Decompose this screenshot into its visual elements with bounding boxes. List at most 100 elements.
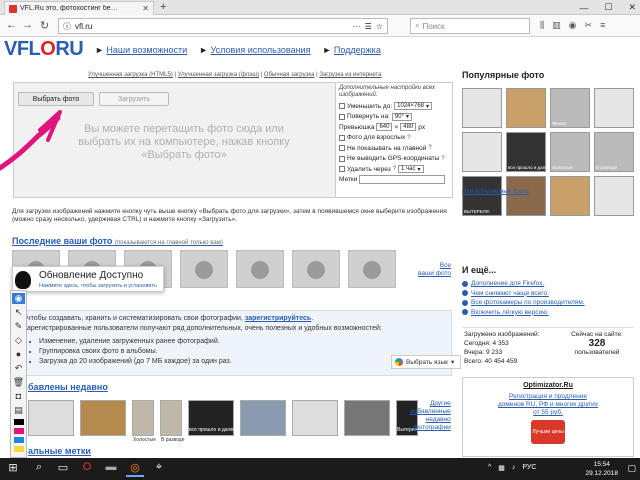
- more-item-link[interactable]: Чем снимают чаще всего.: [471, 290, 549, 297]
- ad-title[interactable]: Optimizator.Ru: [463, 382, 633, 389]
- more-item[interactable]: Включить лёгкую версию.: [462, 308, 634, 318]
- popular-thumbnail[interactable]: [594, 88, 634, 128]
- select-photo-button[interactable]: Выбрать фото: [18, 92, 94, 106]
- menu-icon[interactable]: ≡: [600, 20, 605, 31]
- color-pink-swatch[interactable]: [13, 428, 24, 434]
- popular-thumbnail[interactable]: [462, 132, 502, 172]
- tags-input[interactable]: [359, 175, 446, 185]
- undo-icon[interactable]: ↶: [12, 363, 25, 374]
- nav-support-link[interactable]: Поддержка: [334, 45, 381, 55]
- help-icon[interactable]: ?: [428, 145, 431, 151]
- photo-thumbnail[interactable]: [180, 250, 228, 288]
- browser-tab[interactable]: VFL.Ru это, фотохостинг бе… ✕: [4, 1, 154, 15]
- file-explorer-icon[interactable]: ▬: [102, 461, 120, 477]
- task-view-icon[interactable]: ▭: [54, 461, 72, 477]
- maps-pin-icon[interactable]: ⌖: [150, 461, 168, 477]
- all-popular-link[interactable]: Все популярные фото: [462, 188, 529, 195]
- forward-arrow-icon[interactable]: →: [22, 19, 33, 31]
- ad-desc-3[interactable]: от 55 руб.: [463, 409, 633, 417]
- network-icon[interactable]: ▦: [498, 464, 505, 472]
- notification-subtitle[interactable]: Нажмите здесь, чтобы загрузить и установ…: [39, 283, 157, 289]
- page-actions-icon[interactable]: ···: [353, 22, 361, 31]
- sidebar-icon[interactable]: ▥: [552, 20, 561, 31]
- more-item-link[interactable]: Включить лёгкую версию.: [471, 309, 549, 316]
- library-icon[interactable]: ⫼: [540, 20, 544, 31]
- popular-thumbnail[interactable]: Жених: [550, 88, 590, 128]
- minimize-button[interactable]: —: [579, 3, 588, 13]
- site-info-icon[interactable]: ⓘ: [63, 21, 71, 32]
- recent-thumbnail[interactable]: В разводе: [160, 400, 185, 443]
- recent-thumbnail[interactable]: [344, 400, 390, 436]
- camera-icon[interactable]: ◘: [12, 391, 25, 402]
- preview-width-input[interactable]: 640: [376, 123, 393, 132]
- color-yellow-swatch[interactable]: [13, 446, 24, 452]
- pen-icon[interactable]: ✎: [12, 321, 25, 332]
- notifications-icon[interactable]: ▢: [627, 463, 636, 474]
- popular-thumbnail[interactable]: [462, 88, 502, 128]
- back-arrow-icon[interactable]: ←: [6, 19, 17, 31]
- recent-thumbnail[interactable]: все прошло и далеко: [188, 400, 238, 436]
- rotate-checkbox[interactable]: [339, 113, 345, 120]
- other-recent-link-4[interactable]: фотографии: [410, 424, 451, 432]
- notes-icon[interactable]: ▤: [12, 405, 25, 416]
- all-your-photos-link[interactable]: Все ваши фото: [418, 262, 451, 278]
- adult-checkbox[interactable]: [339, 134, 345, 141]
- url-text[interactable]: vfl.ru: [75, 22, 92, 31]
- register-link[interactable]: зарегистрируйтесь: [245, 315, 311, 322]
- your-photos-heading[interactable]: Последние ваши фото (показываются на гла…: [12, 236, 223, 246]
- popular-thumbnail[interactable]: [550, 176, 590, 216]
- nav-support[interactable]: ► Поддержка: [322, 45, 380, 55]
- dot-icon[interactable]: ●: [12, 349, 25, 360]
- extension-icon[interactable]: ◉: [569, 20, 577, 31]
- drop-zone[interactable]: Выбрать фото Загрузить Вы можете перетащ…: [14, 83, 336, 197]
- nomain-checkbox[interactable]: [339, 145, 345, 152]
- more-item-link[interactable]: Дополнение для Firefox.: [471, 280, 544, 287]
- recent-thumbnail[interactable]: [240, 400, 286, 436]
- upload-button[interactable]: Загрузить: [99, 92, 169, 106]
- search-input[interactable]: ⌕ Поиск: [410, 18, 530, 34]
- ad-desc-2[interactable]: доменов RU, РФ и многих других: [463, 401, 633, 409]
- url-bar[interactable]: ⓘ vfl.ru ··· ☰ ☆: [58, 18, 388, 34]
- delete-checkbox[interactable]: [339, 166, 345, 173]
- color-blue-swatch[interactable]: [13, 437, 24, 443]
- taskbar-clock[interactable]: 15:54 29.12.2018: [585, 460, 618, 478]
- other-recent-link-3[interactable]: недавно: [410, 416, 451, 424]
- recent-thumbnail[interactable]: [292, 400, 338, 436]
- trash-icon[interactable]: 🗑: [12, 377, 25, 388]
- tab-url-upload[interactable]: Загрузка из интернета: [319, 72, 381, 78]
- more-item[interactable]: Все фотокамеры по производителям.: [462, 298, 634, 308]
- all-your-photos-link-2[interactable]: ваши фото: [418, 270, 451, 278]
- reader-icon[interactable]: ☰: [365, 22, 372, 31]
- other-recent-link-2[interactable]: добавленные: [410, 408, 451, 416]
- help-icon[interactable]: ?: [393, 166, 396, 172]
- popular-thumbnail[interactable]: В разводе: [594, 132, 634, 172]
- popular-thumbnail[interactable]: [506, 176, 546, 216]
- update-notification[interactable]: Обновление Доступно Нажмите здесь, чтобы…: [12, 266, 164, 292]
- nav-terms[interactable]: ► Условия использования: [199, 45, 310, 55]
- photo-thumbnail[interactable]: [348, 250, 396, 288]
- preview-height-input[interactable]: 480: [400, 123, 417, 132]
- recent-thumbnail[interactable]: Холостые: [132, 400, 156, 443]
- tab-flash-upload[interactable]: Улучшенная загрузка (флэш): [178, 72, 259, 78]
- popular-thumbnail[interactable]: все прошло и далеко: [506, 132, 552, 172]
- close-window-button[interactable]: ✕: [628, 2, 636, 13]
- opera-icon[interactable]: O: [78, 461, 96, 477]
- reload-icon[interactable]: ↻: [40, 19, 49, 32]
- translate-select[interactable]: Выбрать язык ▾: [391, 355, 461, 369]
- more-item[interactable]: Чем снимают чаще всего.: [462, 289, 634, 299]
- ad-desc-1[interactable]: Регистрация и продление: [463, 393, 633, 401]
- rotate-select[interactable]: 90° ▾: [391, 112, 413, 121]
- taskbar-search-icon[interactable]: ⌕: [30, 461, 48, 477]
- tab-html5-upload[interactable]: Улучшенная загрузка (HTML5): [88, 72, 173, 78]
- new-tab-button[interactable]: +: [160, 1, 166, 13]
- recent-thumbnail[interactable]: [80, 400, 126, 436]
- recent-heading[interactable]: бавлены недавно: [28, 382, 108, 392]
- photo-thumbnail[interactable]: [292, 250, 340, 288]
- eye-icon[interactable]: ◉: [12, 293, 25, 304]
- other-recent-link-1[interactable]: Другие: [410, 400, 451, 408]
- tags-heading[interactable]: альные метки: [28, 446, 91, 456]
- tab-basic-upload[interactable]: Обычная загрузка: [264, 72, 315, 78]
- popular-thumbnail[interactable]: Холостые: [550, 132, 590, 172]
- firefox-icon[interactable]: ◎: [126, 461, 144, 477]
- advertisement[interactable]: Optimizator.Ru Регистрация и продление д…: [462, 377, 634, 457]
